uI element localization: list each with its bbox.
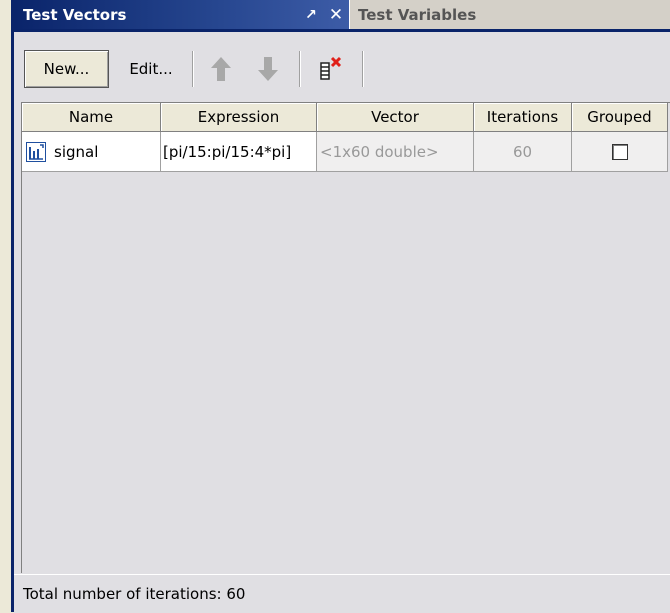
signal-vector-icon <box>26 141 46 162</box>
move-up-button[interactable] <box>204 50 238 88</box>
cell-iterations: 60 <box>474 132 572 172</box>
column-header-vector[interactable]: Vector <box>317 103 474 132</box>
cell-name[interactable]: signal <box>22 132 161 172</box>
toolbar-separator <box>362 51 364 87</box>
panel-title-bar: Test Vectors ↗ ✕ Test Variables <box>14 0 670 32</box>
up-arrow-icon <box>211 57 231 81</box>
toolbar-separator <box>192 51 194 87</box>
delete-vector-button[interactable] <box>312 50 352 88</box>
tab-test-variables[interactable]: Test Variables <box>349 0 670 29</box>
new-button[interactable]: New... <box>24 50 109 88</box>
delete-vector-icon <box>320 56 342 80</box>
tab-test-variables-label: Test Variables <box>358 5 477 24</box>
tab-test-vectors-label: Test Vectors <box>23 5 127 24</box>
down-arrow-icon <box>258 57 278 81</box>
toolbar: New... Edit... <box>14 44 670 94</box>
status-bar: Total number of iterations: 60 <box>14 574 670 613</box>
column-header-name[interactable]: Name <box>22 103 161 132</box>
column-header-iterations[interactable]: Iterations <box>474 103 572 132</box>
test-vectors-table: Name Expression Vector Iterations Groupe… <box>21 102 670 573</box>
close-icon[interactable]: ✕ <box>323 5 349 25</box>
column-header-expression[interactable]: Expression <box>161 103 317 132</box>
table-row[interactable]: signal [pi/15:pi/15:4*pi] <1x60 double> … <box>22 132 670 172</box>
status-text: Total number of iterations: 60 <box>23 585 246 603</box>
cell-name-text: signal <box>54 142 99 161</box>
tab-test-vectors[interactable]: Test Vectors ↗ ✕ <box>14 0 349 29</box>
grouped-checkbox[interactable] <box>611 143 628 160</box>
column-header-grouped[interactable]: Grouped <box>572 103 668 132</box>
cell-vector: <1x60 double> <box>317 132 474 172</box>
table-header: Name Expression Vector Iterations Groupe… <box>22 103 670 132</box>
undock-icon[interactable]: ↗ <box>299 7 323 23</box>
cell-expression[interactable]: [pi/15:pi/15:4*pi] <box>161 132 317 172</box>
edit-button[interactable]: Edit... <box>116 50 186 88</box>
cell-grouped <box>572 132 668 172</box>
move-down-button[interactable] <box>251 50 285 88</box>
test-vectors-panel: Test Vectors ↗ ✕ Test Variables New... E… <box>11 0 670 613</box>
toolbar-separator <box>299 51 301 87</box>
